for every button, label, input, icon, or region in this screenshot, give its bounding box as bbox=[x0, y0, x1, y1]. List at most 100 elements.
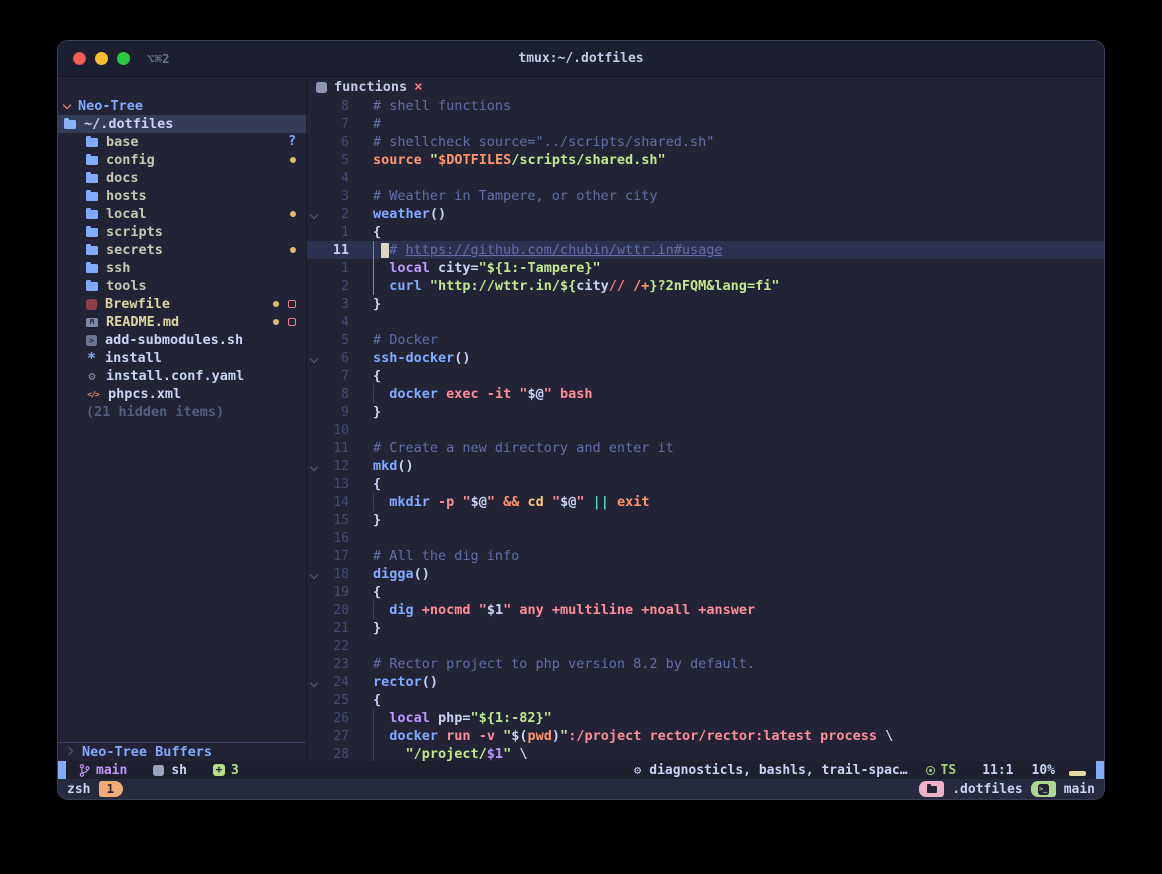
tree-item-add-submodules.sh[interactable]: >add-submodules.sh bbox=[58, 331, 306, 349]
code-line[interactable]: 11# Create a new directory and enter it bbox=[307, 439, 1104, 457]
tree-item-docs[interactable]: docs bbox=[58, 169, 306, 187]
code-line[interactable]: 26local php="${1:-82}" bbox=[307, 709, 1104, 727]
code-line[interactable]: 3} bbox=[307, 295, 1104, 313]
git-modified-dot-icon bbox=[290, 211, 296, 217]
tmux-session-badge[interactable]: >_ bbox=[1031, 781, 1056, 797]
line-number: 20 bbox=[321, 603, 349, 618]
code-line[interactable]: 27docker run -v "$(pwd)":/project rector… bbox=[307, 727, 1104, 745]
tree-item-config[interactable]: config bbox=[58, 151, 306, 169]
cursor-position: 11:1 bbox=[982, 763, 1013, 778]
tree-item-local[interactable]: local bbox=[58, 205, 306, 223]
git-modified-dot-icon bbox=[273, 319, 279, 325]
fold-chevron-icon[interactable] bbox=[310, 463, 318, 471]
code-line[interactable]: 3# Weather in Tampere, or other city bbox=[307, 187, 1104, 205]
line-number: 2 bbox=[321, 279, 349, 294]
tmux-dir-badge[interactable] bbox=[919, 781, 944, 797]
tree-item-install[interactable]: *install bbox=[58, 349, 306, 367]
code-line[interactable]: 6ssh-docker() bbox=[307, 349, 1104, 367]
code-line[interactable]: 22 bbox=[307, 637, 1104, 655]
code-line-current[interactable]: 11# https://github.com/chubin/wttr.in#us… bbox=[307, 241, 1104, 259]
code-line[interactable]: 24rector() bbox=[307, 673, 1104, 691]
tree-item-readme.md[interactable]: MREADME.md bbox=[58, 313, 306, 331]
window-shortcut: ⌥⌘2 bbox=[147, 51, 170, 66]
line-number: 11 bbox=[321, 242, 349, 258]
fold-chevron-icon[interactable] bbox=[310, 571, 318, 579]
code-line[interactable]: 8# shell functions bbox=[307, 97, 1104, 115]
titlebar[interactable]: ⌥⌘2 tmux:~/.dotfiles bbox=[58, 41, 1104, 77]
code-line[interactable]: 8docker exec -it "$@" bash bbox=[307, 385, 1104, 403]
tree-item-install.conf.yaml[interactable]: ⚙install.conf.yaml bbox=[58, 367, 306, 385]
tab-functions[interactable]: functions × bbox=[316, 79, 423, 95]
code-line[interactable]: 2curl "http://wttr.in/${city// /+}?2nFQM… bbox=[307, 277, 1104, 295]
tree-item-tools[interactable]: tools bbox=[58, 277, 306, 295]
neotree-buffers-section[interactable]: Neo-Tree Buffers bbox=[58, 742, 306, 761]
tree-item-ssh[interactable]: ssh bbox=[58, 259, 306, 277]
text-cursor bbox=[381, 243, 389, 258]
tree-item--21-hidden-items-[interactable]: (21 hidden items) bbox=[58, 403, 306, 421]
line-number: 14 bbox=[321, 495, 349, 510]
minimize-button[interactable] bbox=[95, 52, 108, 65]
markdown-icon: M bbox=[86, 318, 98, 327]
zoom-button[interactable] bbox=[117, 52, 130, 65]
line-number: 6 bbox=[321, 135, 349, 150]
tree-item-label: (21 hidden items) bbox=[86, 404, 224, 420]
line-number: 7 bbox=[321, 117, 349, 132]
code-line[interactable]: 4 bbox=[307, 169, 1104, 187]
code-line[interactable]: 9} bbox=[307, 403, 1104, 421]
line-number: 3 bbox=[321, 189, 349, 204]
asterisk-icon: * bbox=[86, 354, 97, 362]
code-line[interactable]: 5# Docker bbox=[307, 331, 1104, 349]
line-number: 4 bbox=[321, 171, 349, 186]
git-branch: main bbox=[79, 763, 127, 778]
code-line[interactable]: 21} bbox=[307, 619, 1104, 637]
code-line[interactable]: 13{ bbox=[307, 475, 1104, 493]
code-line[interactable]: 2weather() bbox=[307, 205, 1104, 223]
code-line[interactable]: 7# bbox=[307, 115, 1104, 133]
tree-item-hosts[interactable]: hosts bbox=[58, 187, 306, 205]
tmux-window-name: zsh bbox=[67, 782, 90, 797]
code-line[interactable]: 17# All the dig info bbox=[307, 547, 1104, 565]
tree-item-base[interactable]: base? bbox=[58, 133, 306, 151]
close-button[interactable] bbox=[73, 52, 86, 65]
line-number: 9 bbox=[321, 405, 349, 420]
code-line[interactable]: 15} bbox=[307, 511, 1104, 529]
code-line[interactable]: 14mkdir -p "$@" && cd "$@" || exit bbox=[307, 493, 1104, 511]
tree-item--.dotfiles[interactable]: ~/.dotfiles bbox=[58, 115, 306, 133]
fold-chevron-icon[interactable] bbox=[310, 679, 318, 687]
code-line[interactable]: 12mkd() bbox=[307, 457, 1104, 475]
tree-item-label: Brewfile bbox=[105, 296, 170, 312]
code-line[interactable]: 20dig +nocmd "$1" any +multiline +noall … bbox=[307, 601, 1104, 619]
code-line[interactable]: 23# Rector project to php version 8.2 by… bbox=[307, 655, 1104, 673]
fold-chevron-icon[interactable] bbox=[310, 355, 318, 363]
tree-item-secrets[interactable]: secrets bbox=[58, 241, 306, 259]
code-line[interactable]: 5source "$DOTFILES/scripts/shared.sh" bbox=[307, 151, 1104, 169]
script-icon: > bbox=[86, 335, 97, 346]
code-line[interactable]: 7{ bbox=[307, 367, 1104, 385]
git-modified-dot-icon bbox=[273, 301, 279, 307]
fold-chevron-icon[interactable] bbox=[310, 211, 318, 219]
code-line[interactable]: 6# shellcheck source="../scripts/shared.… bbox=[307, 133, 1104, 151]
code-line[interactable]: 1local city="${1:-Tampere}" bbox=[307, 259, 1104, 277]
tab-close-icon[interactable]: × bbox=[414, 79, 422, 95]
code-buffer[interactable]: 8# shell functions7#6# shellcheck source… bbox=[307, 97, 1104, 761]
neotree-header[interactable]: Neo-Tree bbox=[58, 97, 306, 115]
neotree-title: Neo-Tree bbox=[78, 98, 143, 114]
tree-item-scripts[interactable]: scripts bbox=[58, 223, 306, 241]
code-line[interactable]: 1{ bbox=[307, 223, 1104, 241]
code-line[interactable]: 16 bbox=[307, 529, 1104, 547]
tree-item-brewfile[interactable]: Brewfile bbox=[58, 295, 306, 313]
treesitter-indicator: TS bbox=[926, 763, 957, 778]
tree-item-label: hosts bbox=[106, 188, 147, 204]
tree-item-phpcs.xml[interactable]: </>phpcs.xml bbox=[58, 385, 306, 403]
tree-item-label: docs bbox=[106, 170, 139, 186]
code-line[interactable]: 4 bbox=[307, 313, 1104, 331]
lsp-gear-icon: ⚙ bbox=[634, 763, 641, 777]
code-line[interactable]: 28 "/project/$1" \ bbox=[307, 745, 1104, 761]
code-line[interactable]: 19{ bbox=[307, 583, 1104, 601]
code-line[interactable]: 10 bbox=[307, 421, 1104, 439]
tmux-window-tab[interactable]: zsh 1 bbox=[67, 781, 123, 797]
line-number: 27 bbox=[321, 729, 349, 744]
indent-guide bbox=[373, 385, 389, 403]
code-line[interactable]: 25{ bbox=[307, 691, 1104, 709]
code-line[interactable]: 18digga() bbox=[307, 565, 1104, 583]
